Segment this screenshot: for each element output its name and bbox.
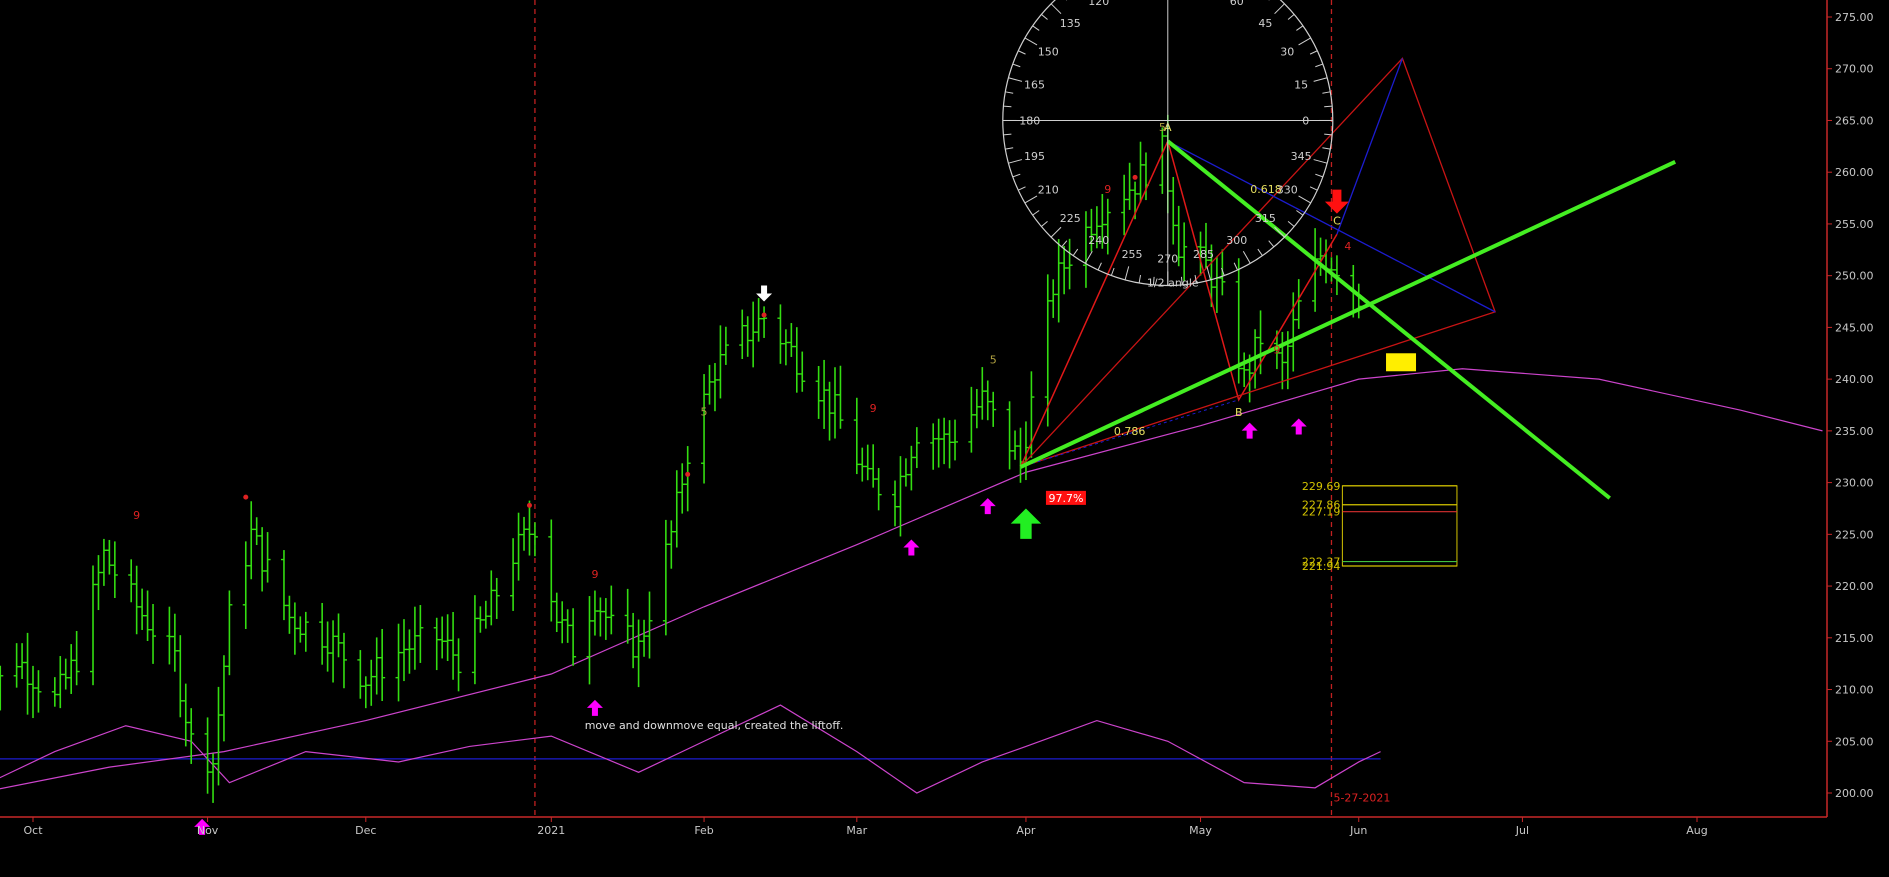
half-angle-label: 1/2 angle — [1147, 276, 1199, 289]
bar-count-marker: 9 — [133, 509, 140, 522]
x-tick-label: May — [1189, 824, 1212, 837]
circle-angle-label: 315 — [1255, 212, 1276, 225]
y-tick-label: 235.00 — [1835, 425, 1874, 438]
circle-angle-label: 345 — [1291, 150, 1312, 163]
bar-count-marker: 9 — [1104, 183, 1111, 196]
bar-count-marker: 5 — [1159, 121, 1166, 134]
percentage-badge: 97.7% — [1048, 492, 1083, 505]
y-tick-label: 205.00 — [1835, 735, 1874, 748]
stock-chart: ABC0.6180.786015304560120135150165180195… — [0, 0, 1889, 877]
circle-angle-label: 45 — [1258, 17, 1272, 30]
circle-angle-label: 150 — [1038, 45, 1059, 58]
x-tick-label: Mar — [846, 824, 867, 837]
circle-angle-label: 225 — [1060, 212, 1081, 225]
y-tick-label: 265.00 — [1835, 114, 1874, 127]
price-level-label: 221.94 — [1302, 560, 1341, 573]
x-tick-label: Feb — [694, 824, 713, 837]
circle-angle-label: 285 — [1193, 248, 1214, 261]
y-tick-label: 225.00 — [1835, 528, 1874, 541]
pattern-point-label: B — [1235, 406, 1243, 419]
y-tick-label: 210.00 — [1835, 684, 1874, 697]
circle-angle-label: 270 — [1157, 252, 1178, 265]
x-tick-label: Aug — [1686, 824, 1707, 837]
y-tick-label: 250.00 — [1835, 270, 1874, 283]
x-tick-label: Jul — [1515, 824, 1529, 837]
x-tick-label: Oct — [23, 824, 43, 837]
circle-angle-label: 300 — [1226, 234, 1247, 247]
y-tick-label: 255.00 — [1835, 218, 1874, 231]
circle-angle-label: 135 — [1060, 17, 1081, 30]
x-tick-label: Apr — [1016, 824, 1036, 837]
circle-angle-label: 330 — [1277, 183, 1298, 196]
bar-count-marker: 4 — [1344, 240, 1351, 253]
circle-angle-label: 195 — [1024, 150, 1045, 163]
x-tick-label: Dec — [355, 824, 376, 837]
circle-angle-label: 210 — [1038, 183, 1059, 196]
ratio-label: 0.786 — [1114, 425, 1146, 438]
circle-angle-label: 165 — [1024, 79, 1045, 92]
y-tick-label: 240.00 — [1835, 373, 1874, 386]
bar-count-marker: 5 — [701, 405, 708, 418]
swing-dot — [761, 312, 767, 318]
circle-angle-label: 15 — [1294, 79, 1308, 92]
x-tick-label: 2021 — [537, 824, 565, 837]
y-tick-label: 260.00 — [1835, 166, 1874, 179]
circle-angle-label: 0 — [1302, 114, 1309, 127]
x-tick-label: Jun — [1349, 824, 1367, 837]
swing-dot — [243, 494, 249, 500]
circle-angle-label: 120 — [1088, 0, 1109, 8]
circle-angle-label: 240 — [1088, 234, 1109, 247]
y-tick-label: 230.00 — [1835, 477, 1874, 490]
date-marker-label: 5-27-2021 — [1333, 791, 1390, 804]
bar-count-marker: 9 — [870, 402, 877, 415]
highlight-box — [1386, 353, 1417, 372]
bar-count-marker: 5 — [990, 354, 997, 367]
y-tick-label: 220.00 — [1835, 580, 1874, 593]
price-level-label: 227.19 — [1302, 506, 1341, 519]
swing-dot — [1132, 174, 1138, 180]
y-tick-label: 275.00 — [1835, 11, 1874, 24]
circle-angle-label: 255 — [1122, 248, 1143, 261]
swing-dot — [526, 502, 532, 508]
pattern-point-label: C — [1333, 214, 1341, 227]
circle-angle-label: 30 — [1280, 45, 1294, 58]
chart-note: move and downmove equal, created the lif… — [585, 719, 844, 732]
bar-count-marker: 9 — [591, 568, 598, 581]
x-tick-label: Nov — [197, 824, 219, 837]
y-tick-label: 200.00 — [1835, 787, 1874, 800]
bar-count-marker: 9 — [1273, 343, 1280, 356]
y-tick-label: 215.00 — [1835, 632, 1874, 645]
y-tick-label: 270.00 — [1835, 63, 1874, 76]
price-level-label: 229.69 — [1302, 480, 1341, 493]
circle-angle-label: 180 — [1019, 114, 1040, 127]
y-tick-label: 245.00 — [1835, 321, 1874, 334]
swing-dot — [685, 471, 691, 477]
circle-angle-label: 60 — [1230, 0, 1244, 8]
